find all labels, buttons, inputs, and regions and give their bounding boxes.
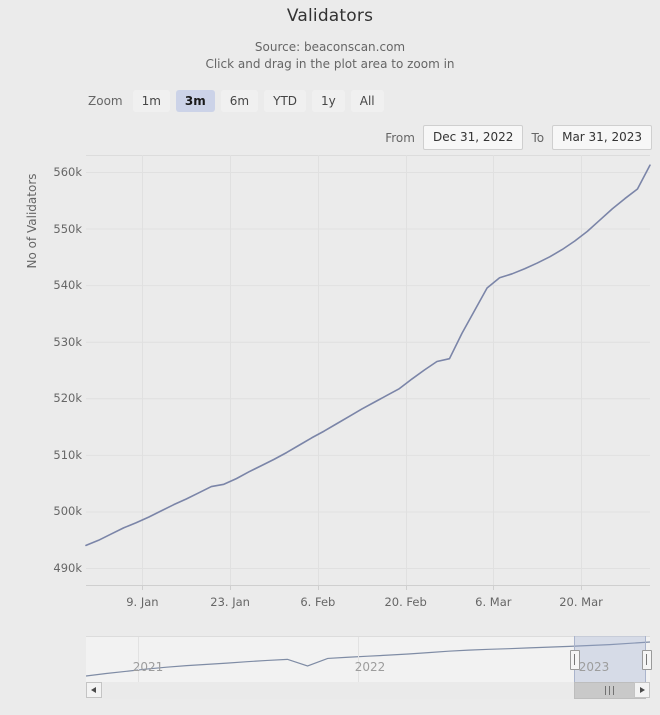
scrollbar-track[interactable]: [103, 682, 633, 699]
plot-area[interactable]: [0, 155, 660, 595]
page-title: Validators: [0, 6, 660, 26]
plot-svg[interactable]: [0, 155, 660, 595]
navigator-year-2021: 2021: [133, 660, 164, 674]
from-date-input[interactable]: Dec 31, 2022: [423, 125, 523, 150]
range-button-ytd[interactable]: YTD: [264, 90, 306, 112]
arrow-left-icon: [91, 687, 96, 693]
range-button-3m[interactable]: 3m: [176, 90, 215, 112]
y-tick-label: 510k: [53, 448, 82, 462]
x-axis-labels: 9. Jan 23. Jan 6. Feb 20. Feb 6. Mar 20. Mar: [0, 595, 660, 617]
arrow-right-icon: [640, 687, 645, 693]
y-tick-label: 500k: [53, 504, 82, 518]
range-button-1y[interactable]: 1y: [312, 90, 345, 112]
y-tick-label: 550k: [53, 222, 82, 236]
navigator-handle-right[interactable]: [642, 650, 652, 670]
x-tick-label: 6. Mar: [475, 595, 511, 609]
chart-subtitle: Source: beaconscan.com Click and drag in…: [0, 39, 660, 73]
range-selector-label: Zoom: [88, 94, 123, 108]
range-button-1m[interactable]: 1m: [133, 90, 170, 112]
x-tick-label: 20. Feb: [384, 595, 426, 609]
date-range-row: From Dec 31, 2022 To Mar 31, 2023: [385, 125, 652, 150]
navigator-year-2023: 2023: [579, 660, 610, 674]
y-tick-label: 560k: [53, 165, 82, 179]
scroll-left-button[interactable]: [86, 682, 102, 698]
navigator-top-line: [86, 636, 650, 637]
range-button-all[interactable]: All: [351, 90, 384, 112]
navigator-scrollbar[interactable]: |||: [86, 682, 650, 699]
x-tick-label: 9. Jan: [126, 595, 158, 609]
navigator-selection-mask[interactable]: [574, 636, 646, 682]
y-tick-label: 520k: [53, 391, 82, 405]
range-button-6m[interactable]: 6m: [221, 90, 258, 112]
navigator[interactable]: 2021 2022 2023: [86, 636, 650, 682]
scroll-right-button[interactable]: [634, 682, 650, 698]
navigator-series: [86, 636, 650, 682]
y-tick-label: 540k: [53, 278, 82, 292]
validators-chart: Validators Source: beaconscan.com Click …: [0, 0, 660, 715]
to-date-input[interactable]: Mar 31, 2023: [552, 125, 652, 150]
from-label: From: [385, 131, 415, 145]
subtitle-source: Source: beaconscan.com: [0, 39, 660, 56]
y-tick-label: 530k: [53, 335, 82, 349]
navigator-year-2022: 2022: [355, 660, 386, 674]
to-label: To: [531, 131, 544, 145]
x-tick-label: 23. Jan: [210, 595, 250, 609]
x-tick-label: 20. Mar: [559, 595, 603, 609]
x-tick-label: 6. Feb: [300, 595, 335, 609]
range-selector: Zoom 1m 3m 6m YTD 1y All: [88, 89, 384, 113]
subtitle-hint: Click and drag in the plot area to zoom …: [0, 56, 660, 73]
scrollbar-grip-icon: |||: [604, 688, 616, 695]
y-tick-label: 490k: [53, 561, 82, 575]
